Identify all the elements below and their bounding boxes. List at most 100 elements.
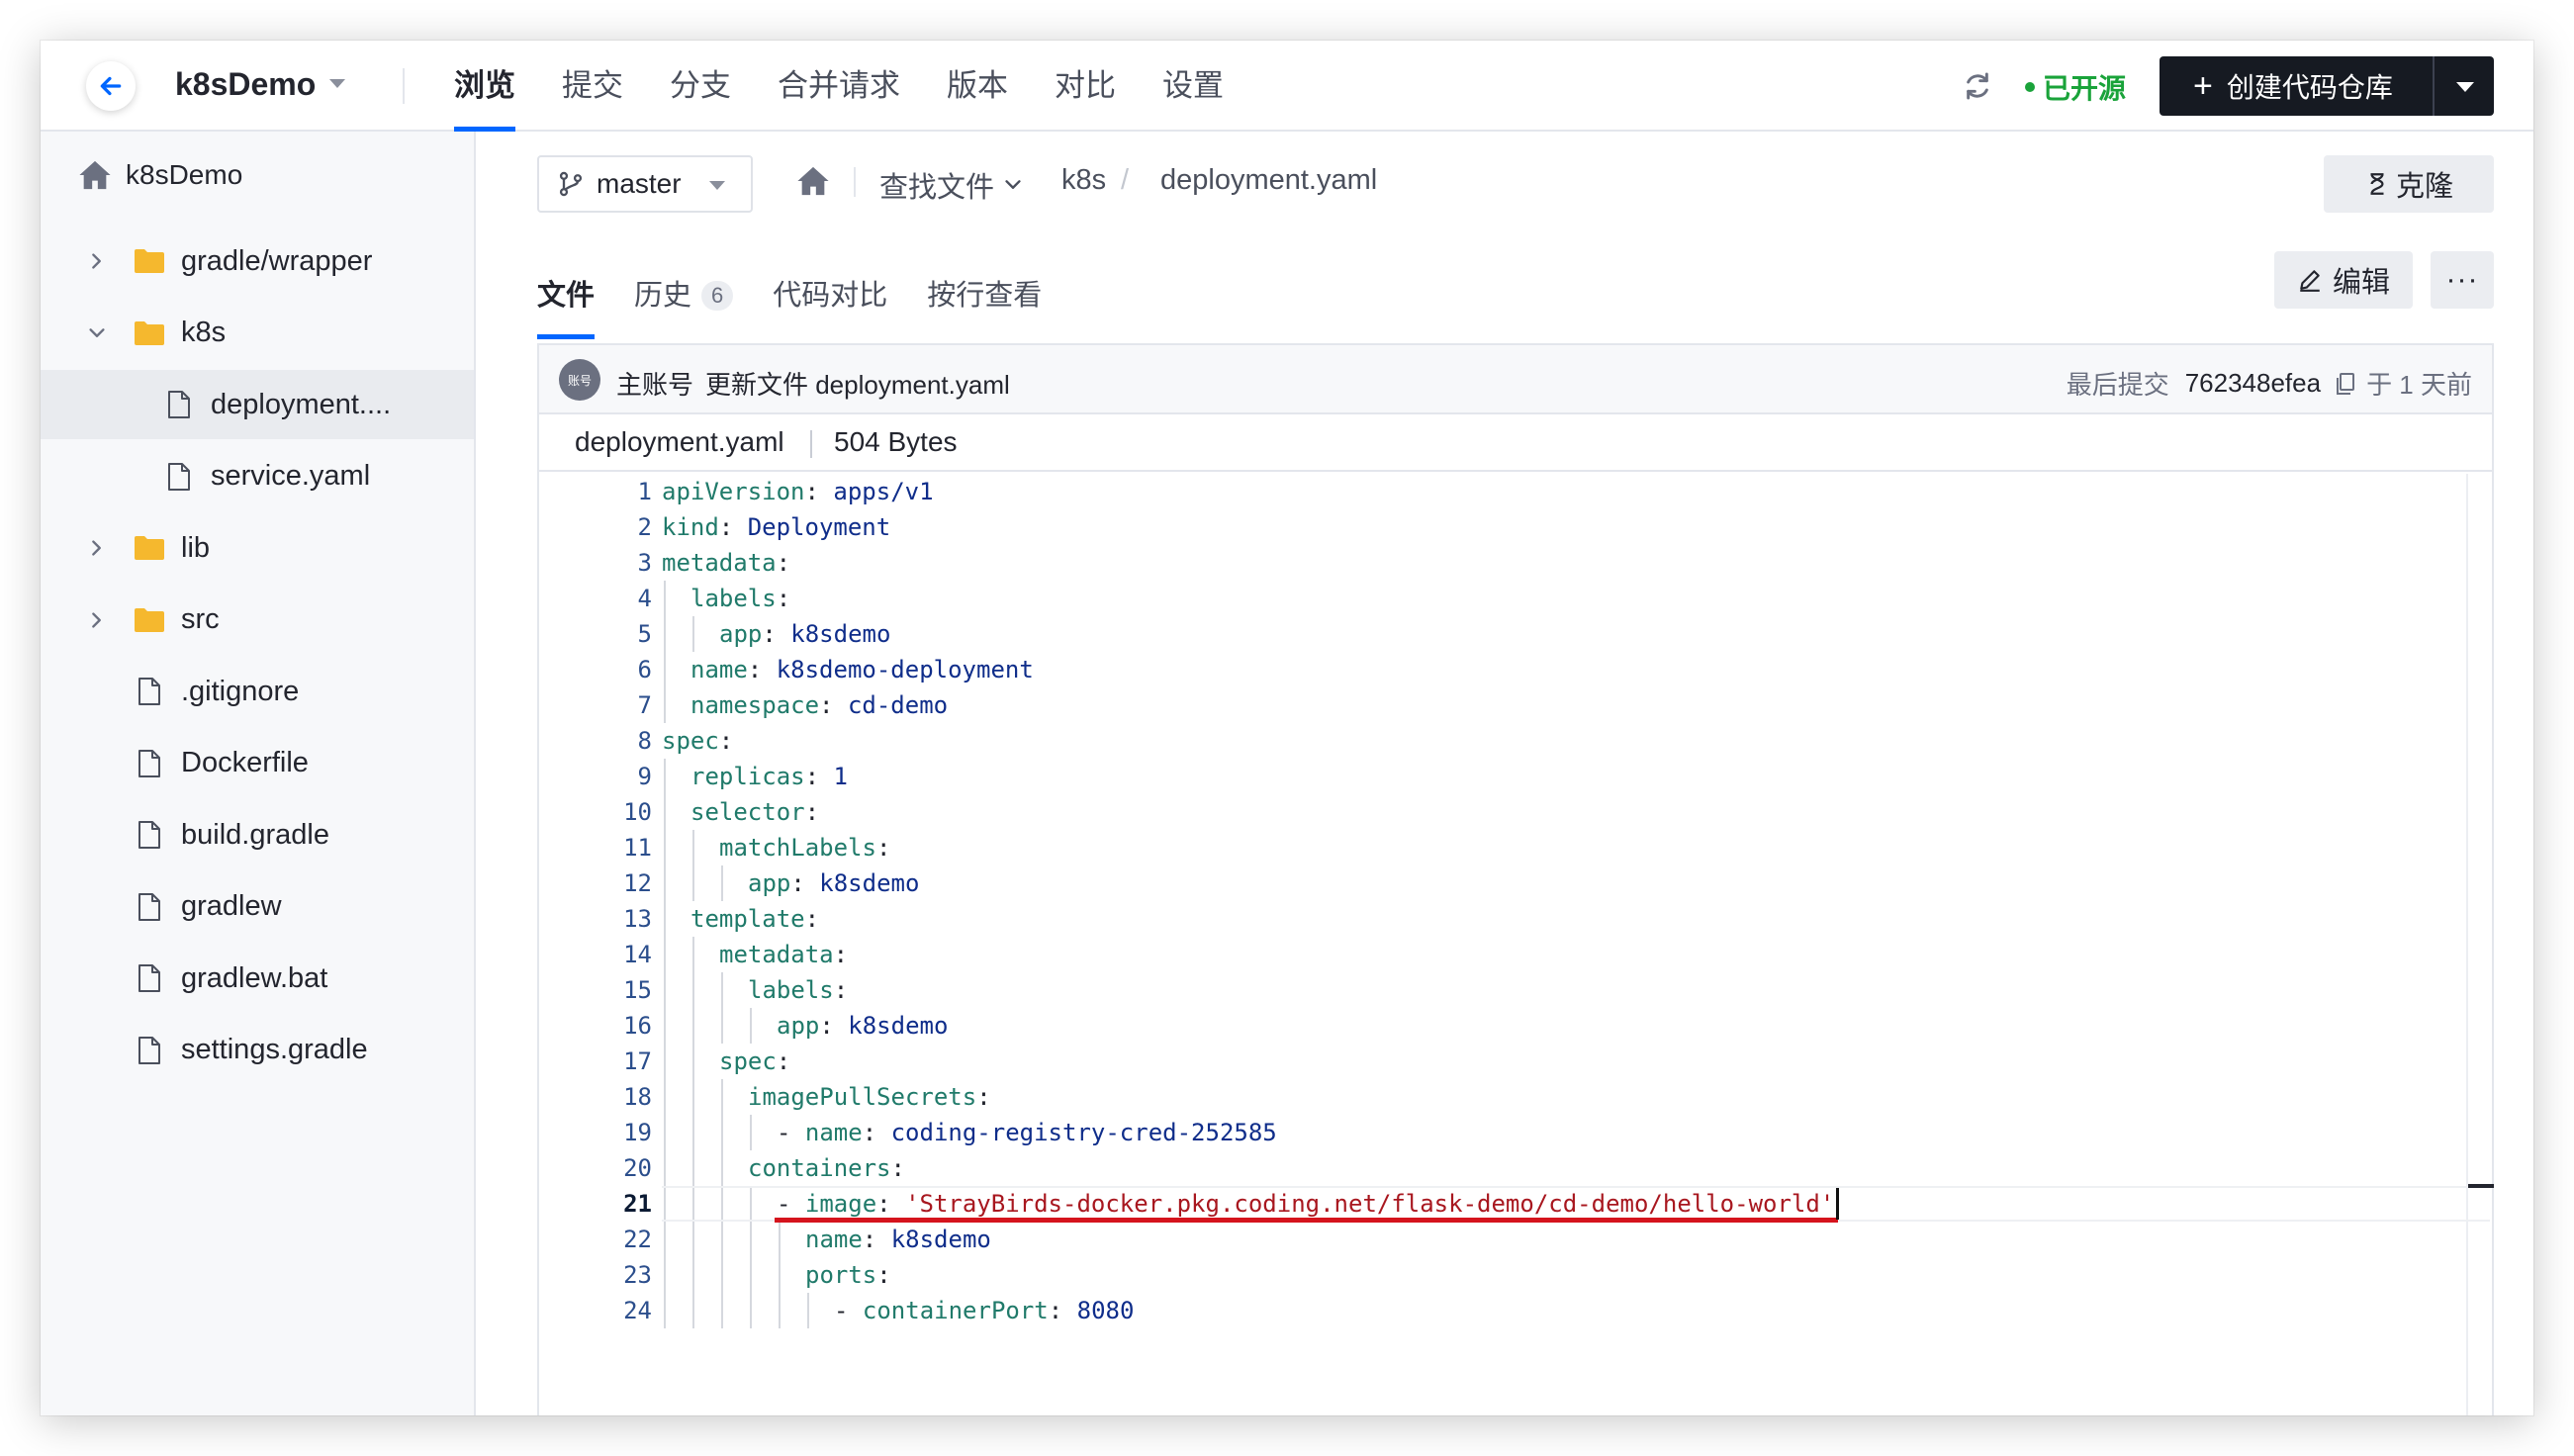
line-number[interactable]: 4 <box>539 581 652 616</box>
code-line[interactable]: 12 app: k8sdemo <box>539 865 2492 901</box>
line-number[interactable]: 11 <box>539 830 652 865</box>
line-number[interactable]: 10 <box>539 794 652 830</box>
line-number[interactable]: 20 <box>539 1150 652 1186</box>
line-number[interactable]: 18 <box>539 1079 652 1115</box>
code-line[interactable]: 6 name: k8sdemo-deployment <box>539 652 2492 687</box>
chevron-right-icon[interactable] <box>86 609 108 631</box>
file-tab[interactable]: 文件 <box>537 264 596 339</box>
code-line[interactable]: 7 namespace: cd-demo <box>539 687 2492 723</box>
edit-button[interactable]: 编辑 <box>2274 251 2413 309</box>
code-line[interactable]: 9 replicas: 1 <box>539 759 2492 794</box>
tree-item-file[interactable]: build.gradle <box>41 800 474 869</box>
line-number[interactable]: 15 <box>539 972 652 1008</box>
line-number[interactable]: 7 <box>539 687 652 723</box>
code-line[interactable]: 1 apiVersion: apps/v1 <box>539 474 2492 509</box>
code-line[interactable]: 15 labels: <box>539 972 2492 1008</box>
file-tab[interactable]: 历史 6 <box>634 264 734 327</box>
chevron-right-icon[interactable] <box>86 250 108 272</box>
create-dropdown-caret-icon[interactable] <box>2456 82 2474 92</box>
line-number[interactable]: 14 <box>539 937 652 972</box>
repo-caret-icon[interactable] <box>329 79 345 88</box>
chevron-right-icon[interactable] <box>86 537 108 559</box>
code-line[interactable]: 18 imagePullSecrets: <box>539 1079 2492 1115</box>
code-line[interactable]: 16 app: k8sdemo <box>539 1008 2492 1044</box>
repo-name[interactable]: k8sDemo <box>175 66 316 103</box>
code-line[interactable]: 23 ports: <box>539 1257 2492 1293</box>
code-line[interactable]: 13 template: <box>539 901 2492 937</box>
tree-item-folder[interactable]: gradle/wrapper <box>41 227 474 296</box>
line-number[interactable]: 1 <box>539 474 652 509</box>
commit-author[interactable]: 主账号 <box>616 365 693 402</box>
copy-icon[interactable] <box>2335 372 2356 396</box>
code-line[interactable]: 19 - name: coding-registry-cred-252585 <box>539 1115 2492 1150</box>
code-line[interactable]: 17 spec: <box>539 1044 2492 1079</box>
nav-tab[interactable]: 分支 <box>670 41 731 132</box>
code-line[interactable]: 20 containers: <box>539 1150 2492 1186</box>
line-number[interactable]: 2 <box>539 509 652 545</box>
line-number[interactable]: 13 <box>539 901 652 937</box>
find-files-button[interactable]: 查找文件 <box>879 164 1024 206</box>
code-line[interactable]: 22 name: k8sdemo <box>539 1222 2492 1257</box>
code-line[interactable]: 4 labels: <box>539 581 2492 616</box>
breadcrumb-home-icon[interactable] <box>796 165 830 197</box>
code-line[interactable]: 21 - image: 'StrayBirds-docker.pkg.coding… <box>539 1186 2492 1222</box>
tree-item-file[interactable]: service.yaml <box>41 442 474 511</box>
nav-tab[interactable]: 设置 <box>1162 41 1224 132</box>
tree-root[interactable]: k8sDemo <box>78 155 242 195</box>
line-number[interactable]: 16 <box>539 1008 652 1044</box>
line-number[interactable]: 5 <box>539 616 652 652</box>
tree-item-file[interactable]: gradlew.bat <box>41 944 474 1013</box>
line-number[interactable]: 12 <box>539 865 652 901</box>
commit-meta: 最后提交 762348efea 于 1 天前 <box>2067 365 2472 402</box>
refresh-icon[interactable] <box>1962 70 1993 102</box>
line-number[interactable]: 24 <box>539 1293 652 1328</box>
line-number[interactable]: 9 <box>539 759 652 794</box>
more-options-button[interactable]: ··· <box>2431 251 2494 309</box>
clone-button[interactable]: 克隆 <box>2324 155 2494 213</box>
yaml-key: metadata <box>662 549 777 577</box>
chevron-down-icon[interactable] <box>86 322 108 344</box>
line-number[interactable]: 23 <box>539 1257 652 1293</box>
line-number[interactable]: 21 <box>539 1186 652 1222</box>
code-line[interactable]: 5 app: k8sdemo <box>539 616 2492 652</box>
code-view[interactable]: 1 apiVersion: apps/v1 2 kind: Deployment 3 me… <box>539 474 2494 1415</box>
code-line[interactable]: 3 metadata: <box>539 545 2492 581</box>
tree-item-folder[interactable]: src <box>41 586 474 655</box>
line-number[interactable]: 19 <box>539 1115 652 1150</box>
tree-item-file[interactable]: .gitignore <box>41 657 474 726</box>
tree-item-file[interactable]: settings.gradle <box>41 1016 474 1085</box>
code-line[interactable]: 14 metadata: <box>539 937 2492 972</box>
file-tab[interactable]: 按行查看 <box>927 264 1042 327</box>
commit-hash[interactable]: 762348efea <box>2185 368 2321 399</box>
code-line[interactable]: 8 spec: <box>539 723 2492 759</box>
line-number[interactable]: 3 <box>539 545 652 581</box>
code-text: apiVersion: apps/v1 <box>662 474 934 509</box>
branch-select[interactable]: master <box>537 155 753 213</box>
tree-item-file[interactable]: Dockerfile <box>41 729 474 798</box>
line-number[interactable]: 22 <box>539 1222 652 1257</box>
tree-item-file[interactable]: deployment.... <box>41 370 474 439</box>
code-line[interactable]: 2 kind: Deployment <box>539 509 2492 545</box>
nav-tab[interactable]: 提交 <box>562 41 623 132</box>
code-line[interactable]: 24 - containerPort: 8080 <box>539 1293 2492 1328</box>
line-number[interactable]: 6 <box>539 652 652 687</box>
breadcrumb-dir[interactable]: k8s <box>1061 164 1106 197</box>
avatar[interactable]: 账号 <box>559 359 600 401</box>
commit-message[interactable]: 更新文件 deployment.yaml <box>705 365 1010 402</box>
nav-tab[interactable]: 浏览 <box>454 41 515 132</box>
code-line[interactable]: 11 matchLabels: <box>539 830 2492 865</box>
code-line[interactable]: 10 selector: <box>539 794 2492 830</box>
yaml-space <box>1062 1297 1076 1324</box>
back-button[interactable] <box>86 61 136 111</box>
app-window: k8sDemo 浏览 提交 分支 合并请求 版本 对比 设置 已开源 + 创建代码仓库 k8… <box>41 41 2533 1415</box>
nav-tab[interactable]: 版本 <box>947 41 1008 132</box>
tree-item-file[interactable]: gradlew <box>41 872 474 942</box>
nav-tab[interactable]: 合并请求 <box>778 41 900 132</box>
create-repo-button[interactable]: + 创建代码仓库 <box>2160 56 2494 116</box>
line-number[interactable]: 17 <box>539 1044 652 1079</box>
line-number[interactable]: 8 <box>539 723 652 759</box>
tree-item-folder[interactable]: k8s <box>41 299 474 368</box>
file-tab[interactable]: 代码对比 <box>773 264 887 327</box>
tree-item-folder[interactable]: lib <box>41 513 474 583</box>
nav-tab[interactable]: 对比 <box>1055 41 1116 132</box>
